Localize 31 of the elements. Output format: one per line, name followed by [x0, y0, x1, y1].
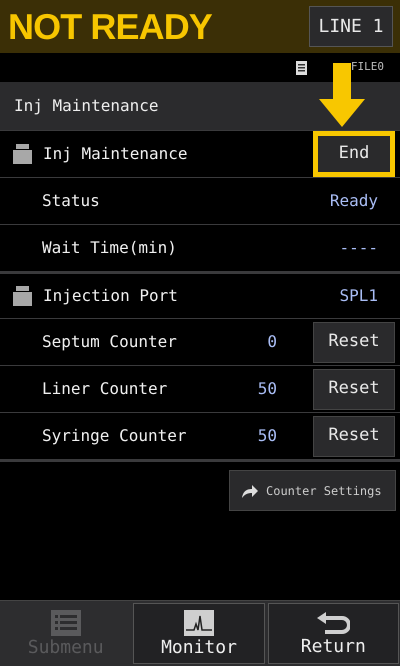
row-label: Wait Time(min) — [42, 237, 177, 259]
row-value: SPL1 — [339, 285, 378, 307]
line-button[interactable]: LINE 1 — [309, 6, 393, 47]
row-value: ---- — [339, 237, 378, 259]
weight-icon — [13, 286, 32, 306]
chromatogram-icon — [184, 610, 214, 636]
status-title: NOT READY — [8, 4, 212, 48]
row-button[interactable]: End — [313, 131, 395, 177]
section-title: Inj Maintenance — [0, 82, 400, 130]
row-label: Septum Counter — [42, 331, 177, 353]
row-button[interactable]: Reset — [313, 416, 395, 456]
return-icon — [316, 611, 350, 635]
row-label: Syringe Counter — [42, 425, 186, 447]
row-label: Inj Maintenance — [43, 143, 188, 165]
row-value: 0 — [267, 331, 277, 353]
counter-settings-button[interactable]: Counter Settings — [229, 470, 396, 511]
document-icon — [296, 60, 307, 74]
file-name: FILE0 — [350, 59, 384, 76]
row-label: Injection Port — [43, 285, 178, 307]
return-button[interactable]: Return — [268, 603, 399, 664]
weight-icon — [13, 144, 32, 164]
row-button[interactable]: Reset — [313, 322, 395, 362]
row-value: 50 — [258, 378, 277, 400]
row-label: Status — [42, 190, 100, 212]
list-icon — [50, 610, 81, 636]
arrow-icon — [242, 484, 258, 498]
row-label: Liner Counter — [42, 378, 168, 400]
row-value: Ready — [330, 190, 378, 212]
monitor-button[interactable]: Monitor — [133, 603, 265, 664]
row-button[interactable]: Reset — [313, 368, 395, 410]
row-value: 50 — [258, 425, 277, 447]
